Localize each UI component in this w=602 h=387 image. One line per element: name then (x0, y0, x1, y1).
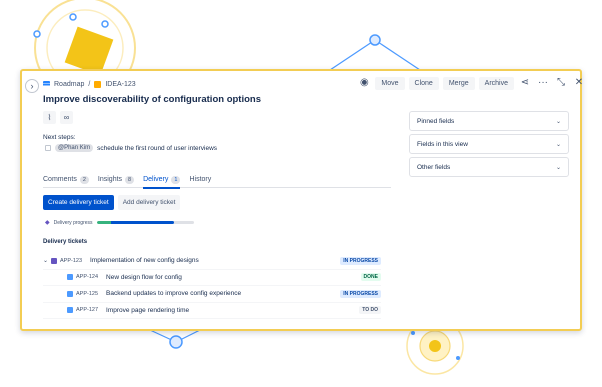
ticket-key[interactable]: APP-125 (76, 291, 98, 297)
ticket-key[interactable]: APP-123 (60, 258, 82, 264)
attachment-actions: ⌇ ∞ (43, 111, 73, 124)
tab-label: History (189, 176, 212, 183)
delivery-ticket-list: ⌄ APP-123 Implementation of new config des… (43, 253, 381, 319)
next-step-text: schedule the first round of user intervi… (97, 144, 218, 152)
archive-button[interactable]: Archive (478, 76, 514, 90)
issue-toolbar: ◉ Move Clone Merge Archive ⋖ ··· ⤡ ✕ (357, 76, 586, 90)
progress-fill (96, 221, 175, 224)
merge-button[interactable]: Merge (442, 76, 475, 90)
ticket-summary[interactable]: New design flow for config (106, 274, 361, 281)
link-icon[interactable]: ∞ (60, 111, 73, 124)
fields-in-view-section[interactable]: Fields in this view ⌄ (409, 134, 569, 154)
delivery-tickets-label: Delivery tickets (43, 239, 88, 245)
task-icon (67, 274, 73, 281)
delivery-actions: Create delivery ticket Add delivery tick… (43, 195, 181, 210)
ticket-key[interactable]: APP-124 (76, 274, 98, 280)
more-icon[interactable]: ··· (536, 76, 550, 90)
tab-label: Insights (97, 176, 123, 183)
paperclip-icon[interactable]: ⌇ (43, 111, 56, 124)
collapse-icon[interactable]: ⤡ (554, 76, 568, 90)
tab-insights[interactable]: Insights 8 (97, 176, 135, 188)
chevron-down-icon: ⌄ (555, 164, 561, 171)
task-icon (67, 290, 73, 297)
issue-tabs: Comments 2 Insights 8 Delivery 1 History (43, 176, 391, 189)
chevron-down-icon: ⌄ (555, 118, 561, 125)
table-row[interactable]: APP-124 New design flow for config DONE (43, 270, 381, 286)
ticket-summary[interactable]: Backend updates to improve config experi… (106, 290, 340, 297)
chevron-down-icon[interactable]: ⌄ (43, 257, 51, 264)
epic-icon (51, 257, 57, 264)
progress-track (96, 221, 194, 224)
tab-comments[interactable]: Comments 2 (43, 176, 89, 188)
breadcrumb-separator: / (88, 80, 91, 88)
status-badge[interactable]: IN PROGRESS (340, 289, 381, 298)
tab-count: 2 (79, 176, 89, 184)
user-mention[interactable]: @Phan Kim (55, 144, 94, 152)
create-delivery-ticket-button[interactable]: Create delivery ticket (43, 195, 114, 210)
tab-label: Delivery (143, 176, 169, 183)
tab-count: 1 (171, 176, 181, 184)
pinned-fields-section[interactable]: Pinned fields ⌄ (409, 111, 569, 131)
field-sidebar: Pinned fields ⌄ Fields in this view ⌄ Ot… (409, 111, 569, 180)
tab-count: 8 (125, 176, 135, 184)
ticket-key[interactable]: APP-127 (76, 307, 98, 313)
breadcrumb: Roadmap / IDEA-123 (43, 78, 136, 90)
ticket-summary[interactable]: Improve page rendering time (106, 307, 359, 314)
section-label: Fields in this view (417, 140, 468, 148)
table-row[interactable]: APP-127 Improve page rendering time TO DO (43, 303, 381, 319)
next-step-checkbox[interactable] (45, 145, 51, 151)
progress-label: Delivery progress (53, 219, 93, 226)
section-label: Other fields (417, 163, 451, 171)
next-steps-label: Next steps: (43, 134, 76, 141)
other-fields-section[interactable]: Other fields ⌄ (409, 157, 569, 177)
stage: › Roadmap / IDEA-123 ◉ Move Clone Merge … (0, 0, 602, 387)
breadcrumb-project[interactable]: Roadmap (54, 81, 84, 88)
status-badge[interactable]: DONE (360, 273, 381, 282)
chevron-down-icon: ⌄ (555, 141, 561, 148)
table-row[interactable]: APP-125 Backend updates to improve config… (43, 286, 381, 303)
add-delivery-ticket-button[interactable]: Add delivery ticket (117, 195, 181, 210)
move-button[interactable]: Move (375, 76, 405, 90)
expand-sidebar-button[interactable]: › (25, 79, 39, 93)
task-icon (67, 307, 73, 314)
clone-button[interactable]: Clone (408, 76, 439, 90)
tab-delivery[interactable]: Delivery 1 (143, 176, 181, 189)
roadmap-icon (43, 81, 50, 87)
ticket-summary[interactable]: Implementation of new config designs (90, 257, 340, 264)
idea-icon (94, 80, 102, 88)
issue-title[interactable]: Improve discoverability of configuration… (43, 94, 261, 105)
next-step-item: @Phan Kim schedule the first round of us… (45, 144, 217, 152)
close-icon[interactable]: ✕ (572, 76, 586, 90)
status-badge[interactable]: IN PROGRESS (340, 256, 381, 265)
status-badge[interactable]: TO DO (359, 306, 381, 315)
tab-label: Comments (43, 176, 77, 183)
delivery-progress: ◆ Delivery progress (45, 219, 194, 226)
share-icon[interactable]: ⋖ (518, 76, 532, 90)
section-label: Pinned fields (417, 117, 455, 125)
eye-icon[interactable]: ◉ (357, 76, 371, 90)
table-row[interactable]: ⌄ APP-123 Implementation of new config des… (43, 253, 381, 270)
progress-icon: ◆ (45, 220, 50, 226)
tab-history[interactable]: History (189, 176, 211, 188)
breadcrumb-issue-key[interactable]: IDEA-123 (105, 81, 135, 88)
